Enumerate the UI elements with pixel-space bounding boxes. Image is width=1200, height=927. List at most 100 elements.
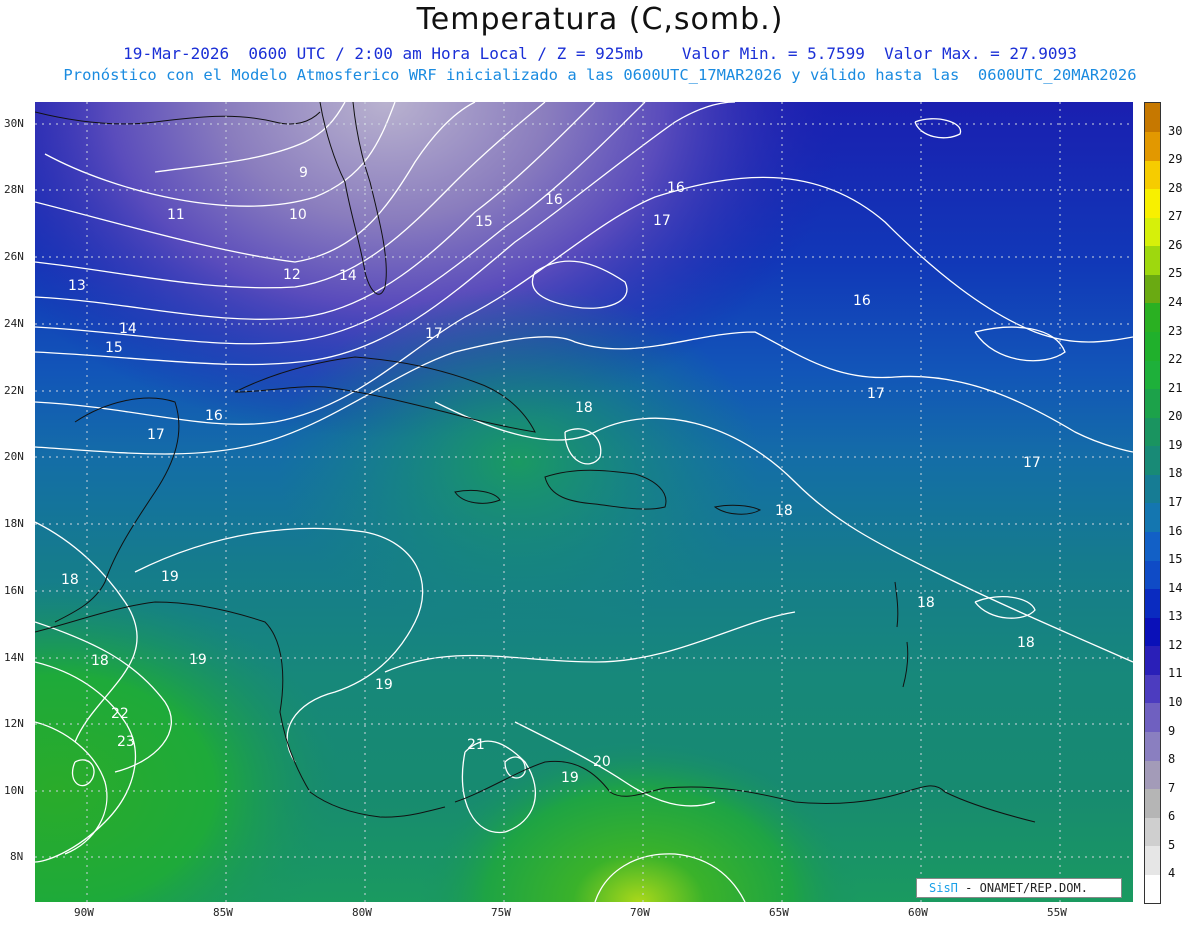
contour-label: 18 <box>91 653 109 669</box>
colorbar-tick-label: 7 <box>1168 780 1176 795</box>
colorbar-segment <box>1145 703 1160 733</box>
contour-label: 16 <box>545 192 563 208</box>
colorbar-tick-label: 16 <box>1168 523 1183 538</box>
lat-label: 30N <box>4 117 24 130</box>
colorbar-segment <box>1145 474 1160 504</box>
colorbar-segment <box>1145 445 1160 475</box>
contour-label: 13 <box>68 278 86 294</box>
lon-label: 90W <box>74 906 94 919</box>
colorbar-tick-label: 18 <box>1168 466 1183 481</box>
contour-label: 19 <box>161 569 179 585</box>
colorbar-segment <box>1145 217 1160 247</box>
contour-label: 21 <box>467 737 485 753</box>
colorbar-tick-label: 25 <box>1168 266 1183 281</box>
colorbar-segment <box>1145 731 1160 761</box>
colorbar-segment <box>1145 360 1160 390</box>
colorbar-tick-label: 5 <box>1168 837 1176 852</box>
colorbar-tick-label: 29 <box>1168 152 1183 167</box>
lat-label: 14N <box>4 651 24 664</box>
colorbar-segment <box>1145 131 1160 161</box>
lat-label: 20N <box>4 450 24 463</box>
colorbar-tick-label: 26 <box>1168 237 1183 252</box>
contour-label: 18 <box>775 503 793 519</box>
lon-label: 55W <box>1047 906 1067 919</box>
lat-label: 26N <box>4 250 24 263</box>
lat-label: 24N <box>4 317 24 330</box>
colorbar-tick-label: 23 <box>1168 323 1183 338</box>
chart-title: Temperatura (C,somb.) <box>416 2 784 37</box>
lon-label: 70W <box>630 906 650 919</box>
colorbar-tick-label: 15 <box>1168 552 1183 567</box>
credit-text: - ONAMET/REP.DOM. <box>965 881 1088 895</box>
sispi-logo: SisΠ <box>929 881 958 895</box>
colorbar-tick-label: 27 <box>1168 209 1183 224</box>
contour-label: 20 <box>593 754 611 770</box>
colorbar-tick-label: 21 <box>1168 380 1183 395</box>
colorbar-segment <box>1145 531 1160 561</box>
contour-label: 17 <box>867 386 885 402</box>
colorbar-tick-label: 17 <box>1168 495 1183 509</box>
colorbar-segment <box>1145 674 1160 704</box>
colorbar-tick-label: 11 <box>1168 666 1183 681</box>
colorbar-segment <box>1145 645 1160 675</box>
contour-label: 18 <box>1017 635 1035 651</box>
lat-label: 18N <box>4 517 24 530</box>
contour-label: 17 <box>1023 455 1041 471</box>
lon-label: 75W <box>491 906 511 919</box>
temperature-map: 9 10 11 12 13 14 14 15 15 16 16 16 16 17… <box>35 102 1133 902</box>
colorbar-tick-label: 19 <box>1168 437 1183 452</box>
lat-label: 12N <box>4 717 24 730</box>
colorbar-segment <box>1145 760 1160 790</box>
chart-subtitle-2: Pronóstico con el Modelo Atmosferico WRF… <box>63 66 1137 84</box>
contour-label: 16 <box>667 180 685 196</box>
colorbar-segment <box>1145 388 1160 418</box>
colorbar-tick-label: 12 <box>1168 637 1183 652</box>
contour-label: 18 <box>917 595 935 611</box>
colorbar-tick-label: 14 <box>1168 580 1183 595</box>
colorbar-tick-label: 22 <box>1168 352 1183 367</box>
contour-label: 14 <box>339 268 357 284</box>
contour-label: 12 <box>283 267 301 283</box>
colorbar-segment <box>1145 245 1160 275</box>
colorbar-segment <box>1145 103 1160 133</box>
colorbar-segment <box>1145 188 1160 218</box>
colorbar-tick-label: 30 <box>1168 123 1183 138</box>
contour-label: 17 <box>653 213 671 229</box>
south-warm-shading <box>35 102 1133 902</box>
colorbar-segment <box>1145 160 1160 190</box>
lat-label: 16N <box>4 584 24 597</box>
contour-label: 16 <box>853 293 871 309</box>
contour-label: 17 <box>425 326 443 342</box>
contour-label: 9 <box>299 165 308 181</box>
contour-label: 18 <box>575 400 593 416</box>
contour-label: 14 <box>119 321 137 337</box>
colorbar-tick-label: 6 <box>1168 809 1176 824</box>
colorbar <box>1144 102 1161 904</box>
lon-label: 80W <box>352 906 372 919</box>
contour-label: 19 <box>561 770 579 786</box>
colorbar-segment <box>1145 588 1160 618</box>
colorbar-tick-label: 8 <box>1168 752 1176 767</box>
colorbar-tick-label: 9 <box>1168 723 1176 738</box>
colorbar-segment <box>1145 817 1160 847</box>
colorbar-tick-label: 28 <box>1168 180 1183 195</box>
lat-label: 28N <box>4 183 24 196</box>
lat-label: 10N <box>4 784 24 797</box>
contour-label: 15 <box>475 214 493 230</box>
chart-subtitle-1: 19-Mar-2026 0600 UTC / 2:00 am Hora Loca… <box>123 44 1077 63</box>
lon-label: 60W <box>908 906 928 919</box>
colorbar-segment <box>1145 845 1160 875</box>
map-svg: 9 10 11 12 13 14 14 15 15 16 16 16 16 17… <box>35 102 1133 902</box>
colorbar-tick-label: 10 <box>1168 695 1183 709</box>
contour-label: 10 <box>289 207 307 223</box>
lon-label: 65W <box>769 906 789 919</box>
colorbar-segment <box>1145 503 1160 533</box>
colorbar-segment <box>1145 788 1160 818</box>
colorbar-tick-label: 4 <box>1168 866 1176 881</box>
contour-label: 18 <box>61 572 79 588</box>
colorbar-segment <box>1145 331 1160 361</box>
contour-label: 11 <box>167 207 185 223</box>
credit-box: SisΠ - ONAMET/REP.DOM. <box>916 878 1122 898</box>
contour-label: 15 <box>105 340 123 356</box>
lat-label: 8N <box>10 850 24 863</box>
